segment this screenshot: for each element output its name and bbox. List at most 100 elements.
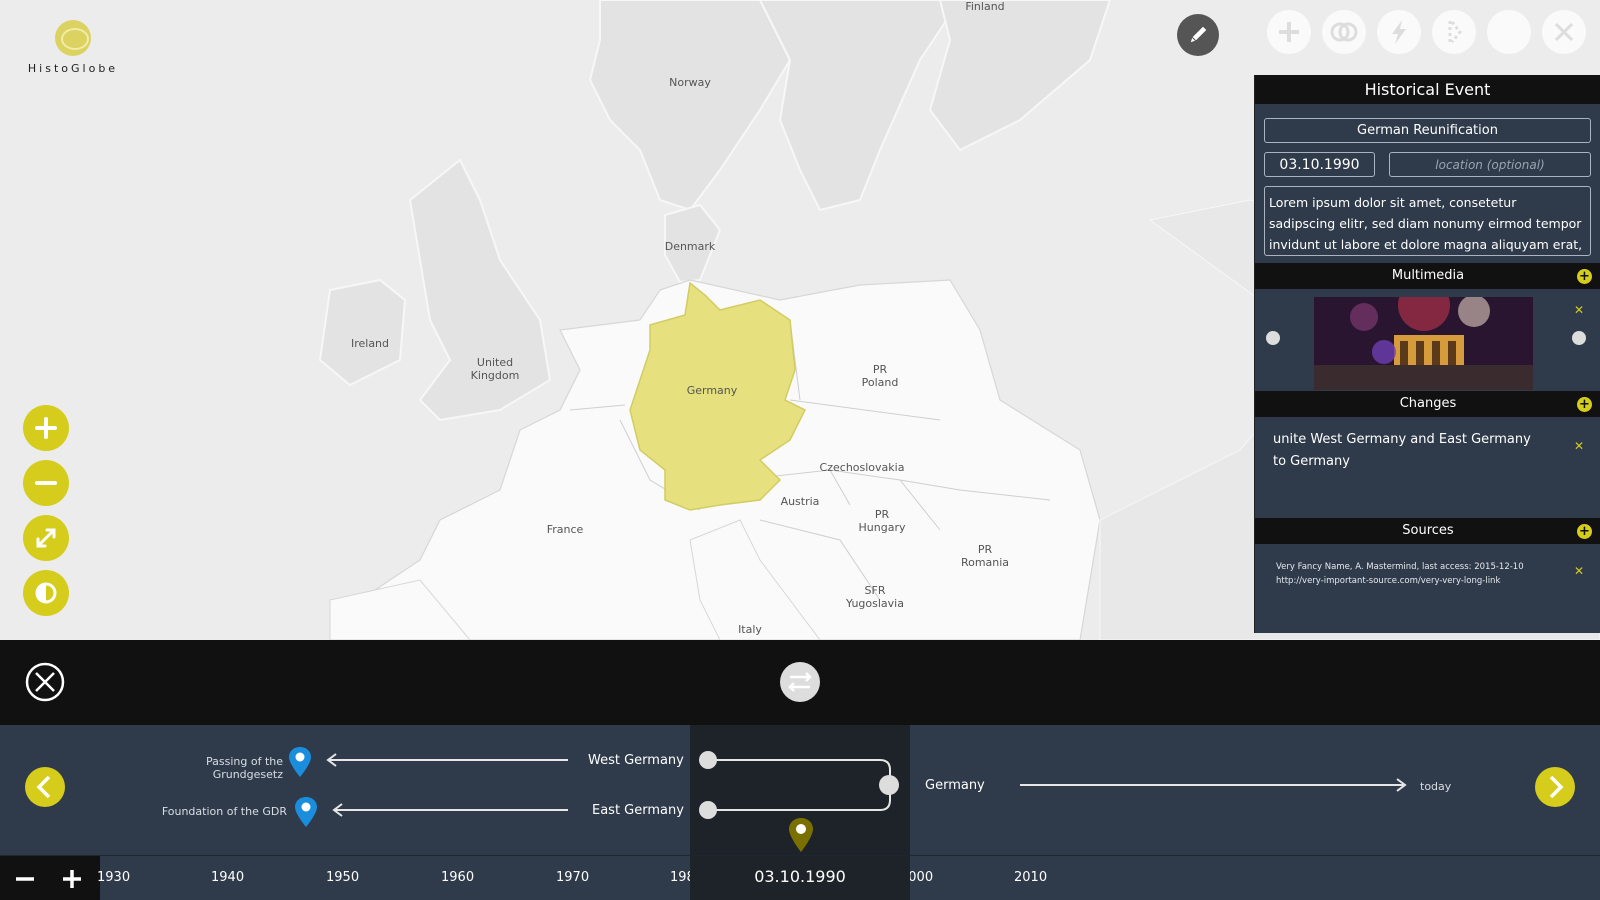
tick-1940: 1940 [211, 870, 245, 885]
add-change-icon[interactable]: + [1577, 397, 1592, 412]
description-field[interactable]: Lorem ipsum dolor sit amet, consetetur s… [1264, 186, 1591, 256]
add-region-button[interactable] [1267, 10, 1311, 54]
location-field[interactable]: location (optional) [1389, 152, 1591, 177]
multimedia-header: Multimedia + [1255, 263, 1600, 289]
west-germany-label[interactable]: West Germany [588, 753, 684, 768]
previous-media-dot[interactable] [1266, 331, 1280, 345]
event-name-field[interactable]: German Reunification [1264, 118, 1591, 143]
source-item: Very Fancy Name, A. Mastermind, last acc… [1276, 560, 1566, 588]
source-line-1: Very Fancy Name, A. Mastermind, last acc… [1276, 562, 1524, 572]
map-label-romania: PR Romania [955, 543, 1015, 569]
remove-source-icon[interactable]: ✕ [1574, 564, 1584, 578]
plus-icon [35, 417, 57, 439]
lightning-icon [1392, 20, 1406, 44]
next-media-dot[interactable] [1572, 331, 1586, 345]
change-item-text: unite West Germany and East Germany to G… [1273, 432, 1531, 469]
map-label-norway: Norway [669, 76, 711, 89]
tick-2010: 2010 [1014, 870, 1048, 885]
map-label-yugoslavia: SFR Yugoslavia [840, 584, 910, 610]
map-pin-icon[interactable] [291, 795, 321, 830]
remove-media-icon[interactable]: ✕ [1574, 303, 1584, 317]
timeline-zoom-out-icon[interactable] [14, 868, 36, 890]
map-label-czechoslovakia: Czechoslovakia [819, 461, 905, 474]
map-label-uk-line2: Kingdom [470, 369, 520, 382]
map-label-hungary: PR Hungary [852, 508, 912, 534]
rename-region-button[interactable]: A→B [1487, 10, 1531, 54]
logo-text: HistoGlobe [27, 62, 119, 75]
pencil-icon [1189, 25, 1208, 44]
history-control-bar [0, 640, 1600, 725]
media-thumbnail[interactable] [1314, 297, 1533, 390]
historical-event-panel: Historical Event German Reunification 03… [1254, 75, 1600, 633]
east-event-label[interactable]: Foundation of the GDR [150, 805, 287, 818]
germany-label[interactable]: Germany [925, 778, 985, 793]
map-label-italy: Italy [738, 623, 762, 636]
sources-header: Sources + [1255, 518, 1600, 544]
close-icon [1554, 22, 1574, 42]
map-label-yugoslavia-line2: Yugoslavia [846, 597, 904, 610]
add-source-icon[interactable]: + [1577, 524, 1592, 539]
fullscreen-button[interactable] [23, 515, 69, 561]
today-label: today [1420, 780, 1452, 793]
timeline-zoom-in-icon[interactable] [61, 868, 83, 890]
timeline-ruler[interactable]: 1930 1940 1950 1960 1970 1980 2000 2010 … [0, 855, 1600, 900]
contrast-button[interactable] [23, 570, 69, 616]
map-pin-icon[interactable] [285, 745, 315, 780]
source-line-2: http://very-important-source.com/very-ve… [1276, 576, 1501, 586]
plus-icon [1279, 22, 1299, 42]
globe-logo-icon [55, 20, 91, 56]
unite-regions-button[interactable] [1322, 10, 1366, 54]
rename-icon: A→B [1494, 24, 1524, 40]
map-label-romania-line1: PR [977, 543, 993, 556]
swap-direction-button[interactable] [780, 662, 820, 702]
map-label-poland: PR Poland [850, 363, 910, 389]
close-history-button[interactable] [25, 662, 65, 702]
map-label-uk-line1: United [476, 356, 514, 369]
add-multimedia-icon[interactable]: + [1577, 269, 1592, 284]
current-date-label[interactable]: 03.10.1990 [690, 867, 910, 886]
map-label-ireland: Ireland [350, 337, 390, 350]
tick-1930: 1930 [97, 870, 131, 885]
east-germany-label[interactable]: East Germany [592, 803, 684, 818]
map-label-poland-line2: Poland [861, 376, 899, 389]
map-label-finland: Finland [965, 0, 1005, 13]
next-event-button[interactable] [1535, 767, 1575, 807]
zoom-in-button[interactable] [23, 405, 69, 451]
west-event-label[interactable]: Passing of the Grundgesetz [143, 755, 283, 781]
tick-1970: 1970 [556, 870, 590, 885]
tick-1960: 1960 [441, 870, 475, 885]
dotted-border-icon [1448, 21, 1462, 43]
map-label-austria: Austria [780, 495, 820, 508]
close-tool-button[interactable] [1542, 10, 1586, 54]
chevron-right-icon [1549, 775, 1564, 799]
previous-event-button[interactable] [25, 767, 65, 807]
event-date-field[interactable]: 03.10.1990 [1264, 152, 1375, 177]
zoom-out-button[interactable] [23, 460, 69, 506]
sources-label: Sources [1402, 523, 1454, 538]
current-event-pin-icon[interactable] [786, 816, 816, 856]
change-border-button[interactable] [1432, 10, 1476, 54]
panel-title: Historical Event [1255, 75, 1600, 104]
map-label-denmark: Denmark [664, 240, 716, 253]
remove-change-icon[interactable]: ✕ [1574, 439, 1584, 453]
circles-icon [1330, 22, 1358, 42]
minus-icon [35, 481, 57, 485]
map-label-romania-line2: Romania [960, 556, 1010, 569]
app-logo: HistoGlobe [18, 20, 128, 75]
chevron-left-icon [36, 775, 51, 799]
map-label-hungary-line1: PR [874, 508, 890, 521]
map-label-hungary-line2: Hungary [858, 521, 906, 534]
edit-mode-button[interactable] [1177, 14, 1219, 56]
map-label-yugoslavia-line1: SFR [864, 584, 886, 597]
contrast-icon [35, 582, 57, 604]
expand-icon [36, 528, 56, 548]
changes-header: Changes + [1255, 391, 1600, 417]
map-label-germany: Germany [686, 384, 738, 397]
map-label-uk: United Kingdom [460, 356, 530, 382]
swap-arrows-icon [788, 672, 812, 692]
current-date-cell: 03.10.1990 [690, 856, 910, 900]
changes-label: Changes [1399, 396, 1457, 411]
timeline-zoom-controls [0, 856, 100, 900]
split-region-button[interactable] [1377, 10, 1421, 54]
multimedia-label: Multimedia [1391, 268, 1465, 283]
